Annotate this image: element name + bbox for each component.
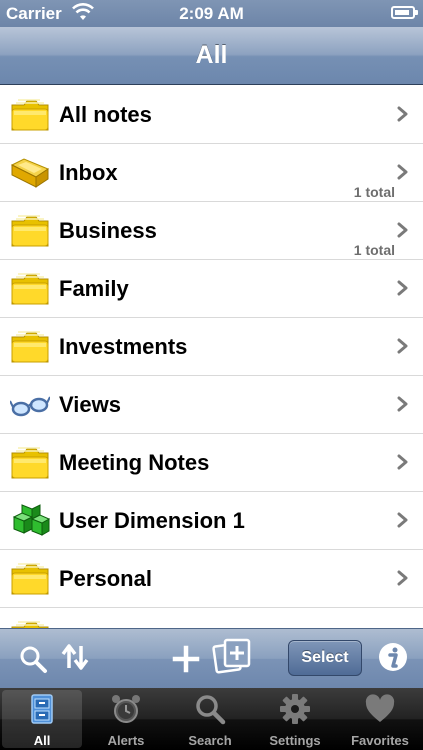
tab-label: Settings bbox=[269, 733, 321, 748]
bottom-toolbar: Select bbox=[0, 628, 423, 688]
notes-list: All notes Inbox 1 total Business 1 total Fami… bbox=[0, 86, 423, 628]
file-cabinet-icon bbox=[31, 694, 53, 724]
list-item[interactable]: Views bbox=[0, 376, 423, 434]
alarm-clock-icon bbox=[112, 695, 140, 723]
navigation-bar: All bbox=[0, 27, 423, 85]
list-item[interactable] bbox=[0, 608, 423, 628]
tab-favorites[interactable]: Favorites bbox=[340, 690, 420, 748]
list-item-label: Family bbox=[59, 276, 129, 301]
inbox-tray-icon bbox=[10, 155, 50, 191]
folder-icon bbox=[10, 445, 50, 481]
folder-icon bbox=[10, 329, 50, 365]
item-count: 1 total bbox=[353, 242, 395, 258]
chevron-right-icon bbox=[397, 512, 409, 528]
chevron-right-icon bbox=[397, 396, 409, 412]
list-item[interactable]: Inbox 1 total bbox=[0, 144, 423, 202]
chevron-right-icon bbox=[397, 280, 409, 296]
tab-label: Alerts bbox=[107, 733, 145, 748]
chevron-right-icon bbox=[397, 106, 409, 122]
list-item-label: Investments bbox=[59, 334, 188, 359]
chevron-right-icon bbox=[397, 164, 409, 180]
tab-label: All bbox=[33, 733, 51, 748]
list-item-label: Meeting Notes bbox=[59, 450, 210, 475]
list-item-label: Business bbox=[59, 218, 157, 243]
list-item[interactable]: User Dimension 1 bbox=[0, 492, 423, 550]
list-item[interactable]: Investments bbox=[0, 318, 423, 376]
battery-icon bbox=[391, 6, 418, 19]
chevron-right-icon bbox=[397, 570, 409, 586]
list-item[interactable]: Meeting Notes bbox=[0, 434, 423, 492]
search-icon[interactable] bbox=[18, 644, 48, 674]
chevron-right-icon bbox=[397, 454, 409, 470]
list-item[interactable]: Family bbox=[0, 260, 423, 318]
tab-all[interactable]: All bbox=[2, 690, 82, 748]
select-button[interactable]: Select bbox=[288, 640, 362, 676]
list-item[interactable]: Personal bbox=[0, 550, 423, 608]
tab-bar: All Alerts Search Settings Favorites bbox=[0, 688, 423, 750]
folder-icon bbox=[10, 619, 50, 628]
green-cubes-icon bbox=[10, 503, 51, 539]
heart-icon bbox=[365, 694, 395, 722]
search-icon bbox=[196, 695, 226, 725]
status-bar: Carrier 2:09 AM bbox=[0, 0, 423, 27]
item-count: 1 total bbox=[353, 184, 395, 200]
add-note-icon[interactable] bbox=[212, 636, 254, 676]
list-item-label: Views bbox=[59, 392, 121, 417]
gear-icon bbox=[280, 694, 310, 724]
tab-label: Search bbox=[188, 733, 232, 748]
list-item-label: Inbox bbox=[59, 160, 118, 185]
tab-settings[interactable]: Settings bbox=[255, 690, 335, 748]
tab-alerts[interactable]: Alerts bbox=[86, 690, 166, 748]
list-item[interactable]: Business 1 total bbox=[0, 202, 423, 260]
chevron-right-icon bbox=[397, 222, 409, 238]
info-icon[interactable] bbox=[378, 642, 408, 672]
folder-icon bbox=[10, 97, 50, 133]
list-item[interactable]: All notes bbox=[0, 86, 423, 144]
list-item-label: All notes bbox=[59, 102, 152, 127]
clock: 2:09 AM bbox=[179, 4, 244, 23]
list-item-label: Personal bbox=[59, 566, 152, 591]
folder-icon bbox=[10, 561, 50, 597]
tab-search[interactable]: Search bbox=[170, 690, 250, 748]
sort-icon[interactable] bbox=[60, 642, 90, 672]
folder-icon bbox=[10, 213, 50, 249]
folder-icon bbox=[10, 271, 50, 307]
page-title: All bbox=[195, 41, 228, 69]
tab-label: Favorites bbox=[351, 733, 409, 748]
chevron-right-icon bbox=[397, 338, 409, 354]
list-item-label: User Dimension 1 bbox=[59, 508, 245, 533]
add-icon[interactable] bbox=[172, 645, 200, 673]
glasses-icon bbox=[9, 387, 51, 423]
